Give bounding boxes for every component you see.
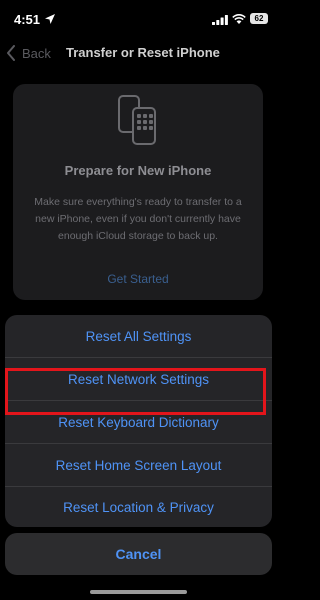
prepare-card: Prepare for New iPhone Make sure everyth…	[13, 84, 263, 300]
back-button[interactable]: Back	[6, 43, 51, 63]
cancel-button[interactable]: Cancel	[5, 533, 272, 575]
status-time: 4:51	[14, 12, 41, 27]
status-bar: 4:51 62	[0, 0, 277, 40]
get-started-button[interactable]: Get Started	[13, 272, 263, 286]
prepare-title: Prepare for New iPhone	[64, 163, 212, 178]
reset-all-settings-option[interactable]: Reset All Settings	[5, 315, 272, 357]
highlight-box	[5, 368, 266, 415]
home-indicator	[90, 590, 187, 594]
back-label: Back	[22, 45, 51, 61]
prepare-description: Make sure everything's ready to transfer…	[34, 196, 242, 242]
page-title: Transfer or Reset iPhone	[66, 45, 220, 60]
signal-icon	[212, 15, 228, 25]
chevron-left-icon	[7, 45, 15, 61]
battery-level: 62	[254, 14, 264, 23]
wifi-icon	[232, 14, 246, 24]
navigation-bar: Back Transfer or Reset iPhone	[0, 40, 277, 68]
action-sheet: Reset All Settings Reset Network Setting…	[5, 315, 272, 527]
phones-icon	[118, 95, 156, 145]
reset-location-privacy-option[interactable]: Reset Location & Privacy	[5, 486, 272, 527]
reset-home-screen-layout-option[interactable]: Reset Home Screen Layout	[5, 444, 272, 486]
battery-icon: 62	[250, 13, 268, 24]
location-arrow-icon	[45, 14, 55, 24]
